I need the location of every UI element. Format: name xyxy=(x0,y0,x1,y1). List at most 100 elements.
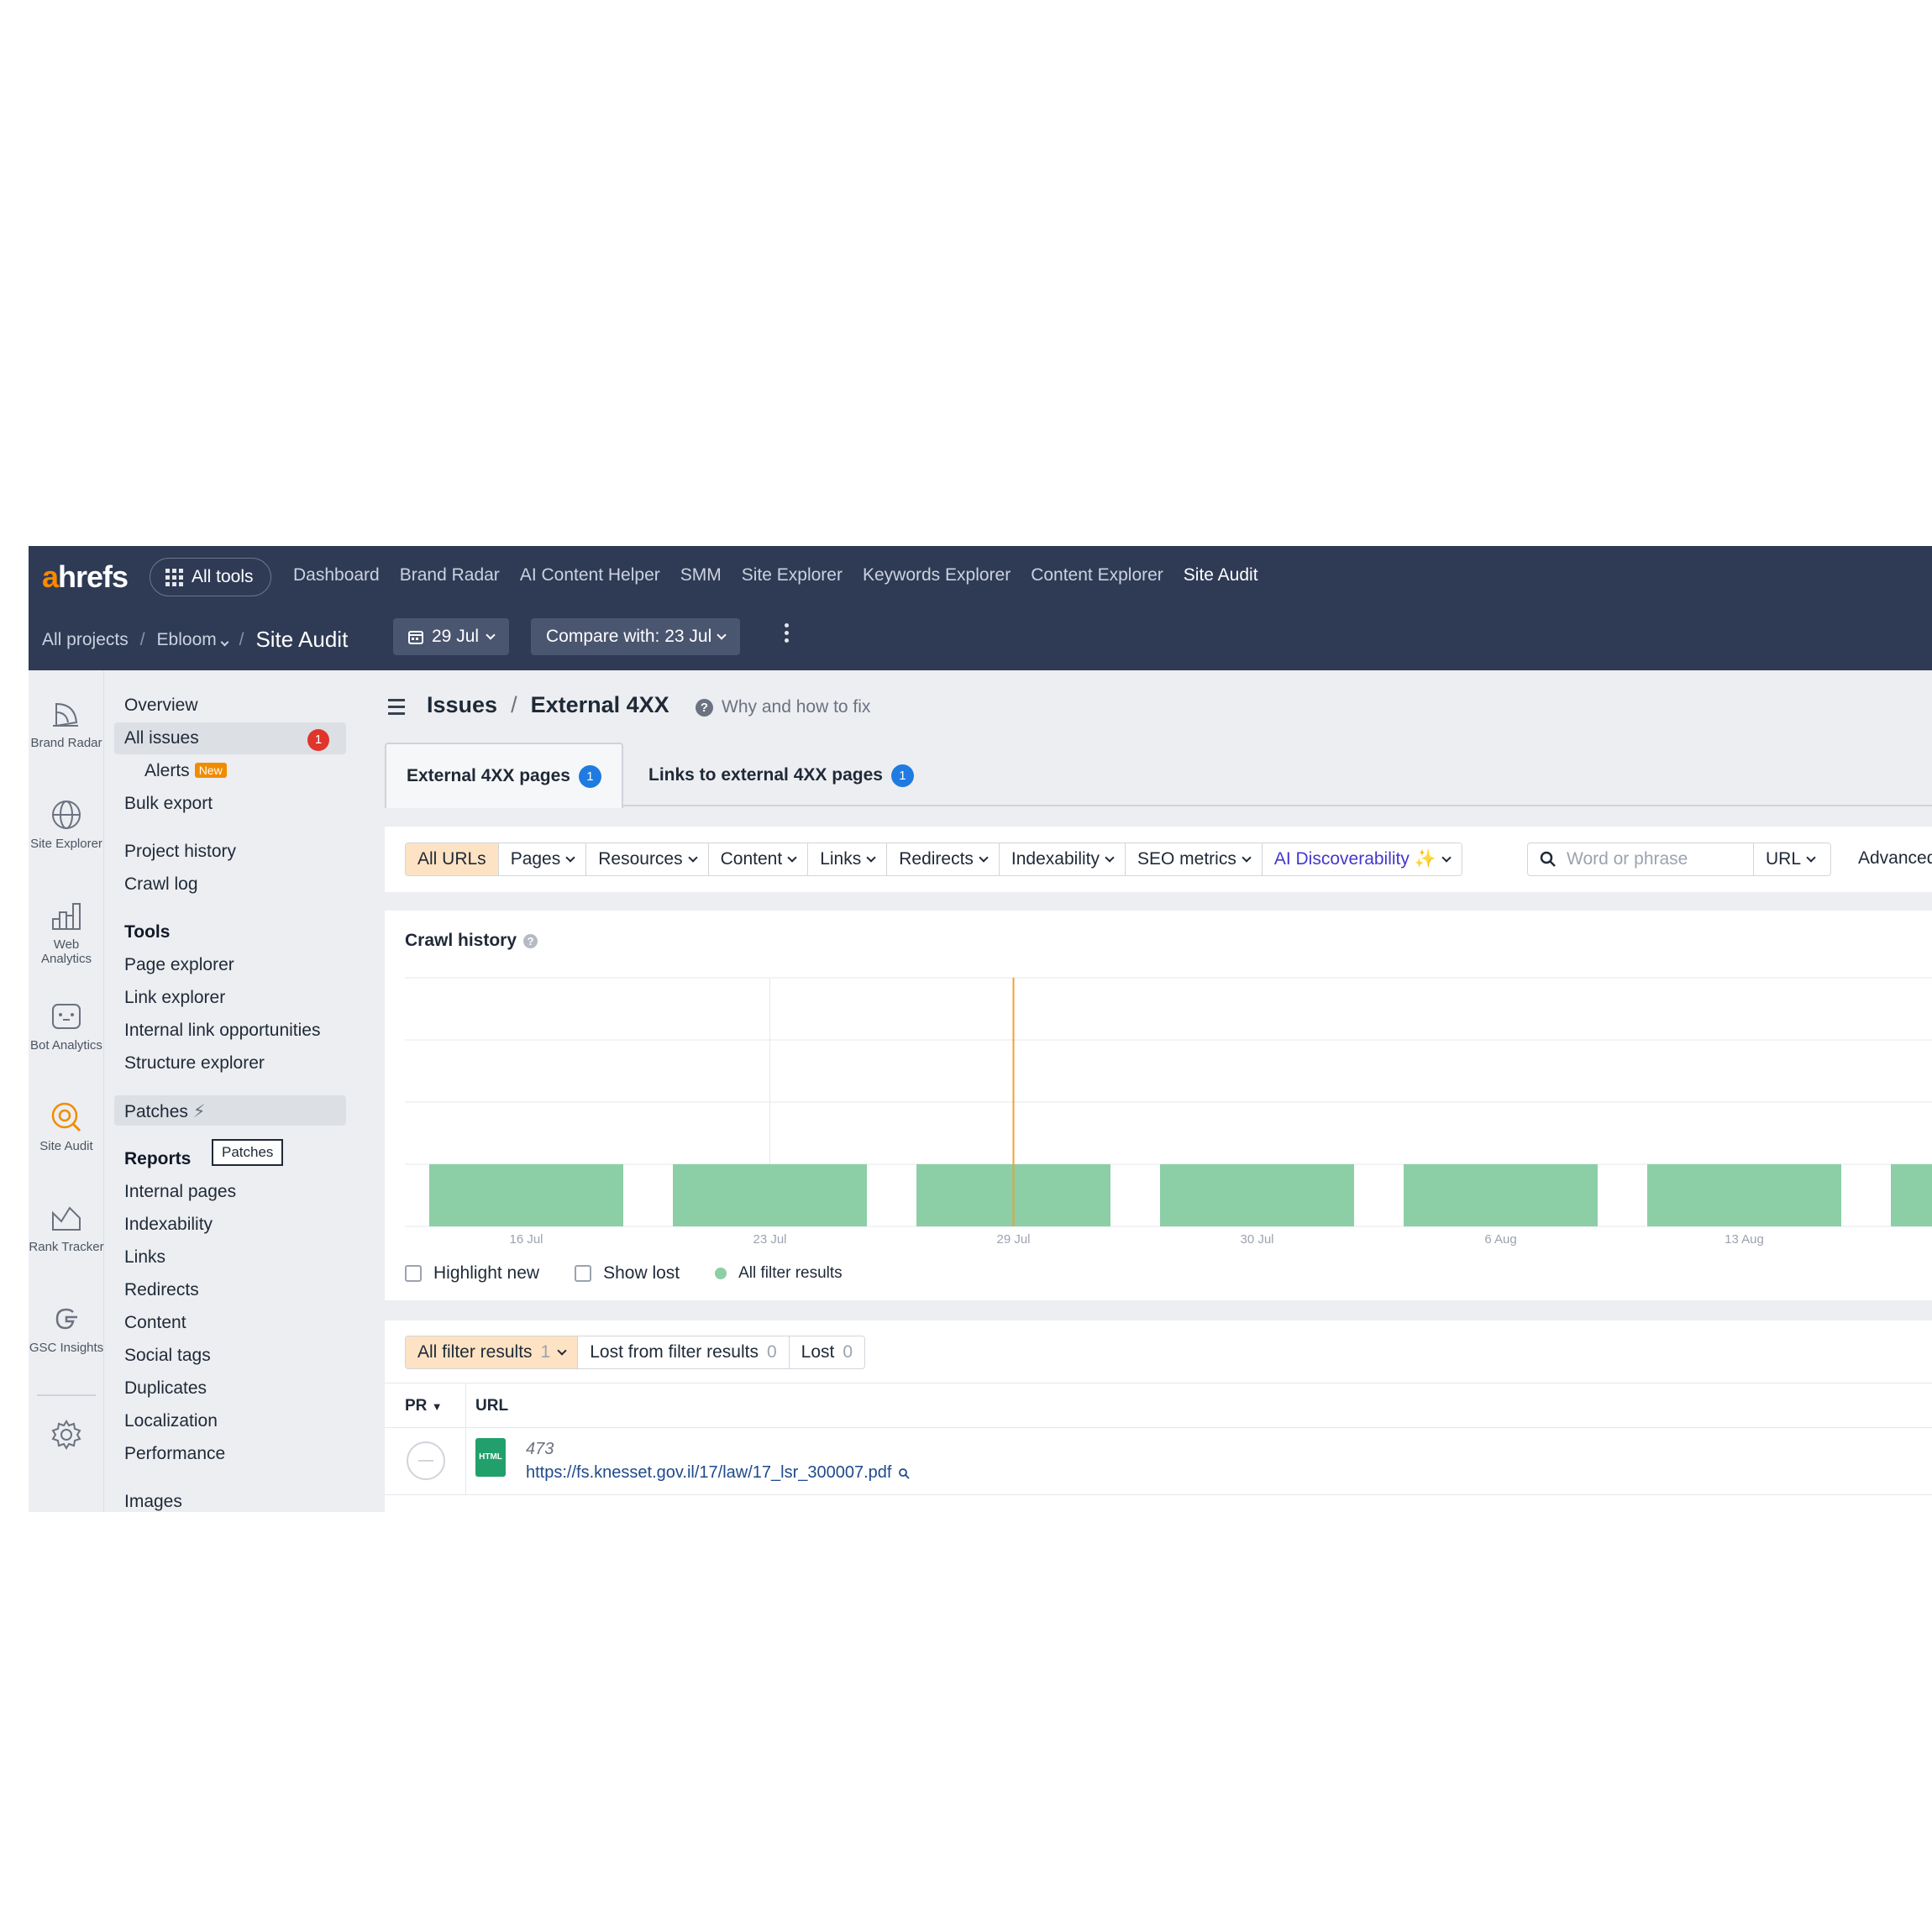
nav-smm[interactable]: SMM xyxy=(680,565,722,585)
rail-label: Web Analytics xyxy=(40,937,92,966)
row-url-link[interactable]: https://fs.knesset.gov.il/17/law/17_lsr_… xyxy=(526,1463,911,1483)
sidebar-item-duplicates[interactable]: Duplicates xyxy=(124,1378,207,1399)
filter-links[interactable]: Links xyxy=(808,843,888,875)
rail-label: Site Audit xyxy=(39,1139,93,1153)
nav-content-explorer[interactable]: Content Explorer xyxy=(1031,565,1163,585)
nav-keywords-explorer[interactable]: Keywords Explorer xyxy=(863,565,1011,585)
sidebar-item-localization[interactable]: Localization xyxy=(124,1411,218,1431)
more-options-icon[interactable] xyxy=(783,623,790,643)
nav-site-audit[interactable]: Site Audit xyxy=(1184,565,1258,585)
column-url[interactable]: URL xyxy=(475,1397,508,1415)
rail-site-audit[interactable]: Site Audit xyxy=(29,1100,104,1153)
rail-label: Rank Tracker xyxy=(29,1240,104,1254)
filter-seo-metrics[interactable]: SEO metrics xyxy=(1125,843,1263,875)
filter-label: Resources xyxy=(598,849,683,869)
column-pr[interactable]: PR ▼ xyxy=(405,1397,443,1415)
html-file-icon: HTML xyxy=(475,1438,506,1477)
sidebar-item-indexability[interactable]: Indexability xyxy=(124,1215,213,1235)
results-tab-lost-from-filter[interactable]: Lost from filter results 0 xyxy=(578,1336,790,1368)
nav-dashboard[interactable]: Dashboard xyxy=(293,565,380,585)
filter-resources[interactable]: Resources xyxy=(586,843,709,875)
reports-heading: Reports xyxy=(124,1149,192,1168)
sidebar-item-patches[interactable]: Patches ⚡ xyxy=(124,1101,205,1122)
rail-gsc-insights[interactable]: GSC Insights xyxy=(29,1302,104,1355)
search-box: URL xyxy=(1527,843,1831,876)
title-issues-link[interactable]: Issues xyxy=(427,692,497,718)
chart-tick-label: 6 Aug xyxy=(1484,1232,1516,1247)
advanced-filter-button[interactable]: Advanced filter xyxy=(1858,848,1932,869)
nav-brand-radar[interactable]: Brand Radar xyxy=(400,565,500,585)
nav-ai-content-helper[interactable]: AI Content Helper xyxy=(520,565,660,585)
filter-content[interactable]: Content xyxy=(708,843,809,875)
chevron-down-icon xyxy=(220,638,229,646)
ahrefs-logo[interactable]: ahrefs xyxy=(42,559,129,595)
table-header: PR ▼ URL xyxy=(385,1383,1932,1428)
search-mode-select[interactable]: URL xyxy=(1753,843,1830,875)
crawl-history-chart: 16 Jul 23 Jul 29 Jul 30 Jul 6 Aug 13 Aug xyxy=(405,977,1932,1247)
rail-bot-analytics[interactable]: Bot Analytics xyxy=(29,1000,104,1053)
sidebar-item-social-tags[interactable]: Social tags xyxy=(124,1346,211,1366)
filter-pages[interactable]: Pages xyxy=(498,843,587,875)
chart-bar xyxy=(429,1164,623,1226)
show-lost-checkbox[interactable] xyxy=(575,1265,592,1282)
results-tab-all[interactable]: All filter results 1 xyxy=(406,1336,579,1368)
results-tab-lost[interactable]: Lost 0 xyxy=(789,1336,865,1368)
sidebar-item-project-history[interactable]: Project history xyxy=(124,842,236,862)
menu-icon[interactable] xyxy=(388,699,405,719)
rail-brand-radar[interactable]: Brand Radar xyxy=(29,697,104,750)
chevron-down-icon xyxy=(866,853,876,863)
sort-desc-icon: ▼ xyxy=(431,1400,443,1413)
filter-redirects[interactable]: Redirects xyxy=(887,843,1000,875)
magnifier-icon[interactable] xyxy=(898,1467,911,1479)
breadcrumb-all-projects[interactable]: All projects xyxy=(42,630,129,650)
tab-links-to-external-4xx[interactable]: Links to external 4XX pages 1 xyxy=(628,743,934,808)
search-input[interactable] xyxy=(1567,849,1751,869)
sidebar-item-internal-link-opportunities[interactable]: Internal link opportunities xyxy=(124,1021,320,1041)
sidebar-item-structure-explorer[interactable]: Structure explorer xyxy=(124,1053,265,1074)
filter-group: All URLs Pages Resources Content Links R… xyxy=(405,843,1462,876)
sidebar-item-page-explorer[interactable]: Page explorer xyxy=(124,955,234,975)
title-separator: / xyxy=(511,692,517,717)
nav-site-explorer[interactable]: Site Explorer xyxy=(742,565,843,585)
date-picker-button[interactable]: 29 Jul xyxy=(393,618,510,655)
why-and-how-link[interactable]: ? Why and how to fix xyxy=(696,697,870,717)
sidebar-item-internal-pages[interactable]: Internal pages xyxy=(124,1182,236,1202)
chevron-down-icon xyxy=(557,1346,567,1356)
chevron-down-icon xyxy=(486,630,496,640)
sidebar-item-redirects[interactable]: Redirects xyxy=(124,1280,199,1300)
rail-web-analytics[interactable]: Web Analytics xyxy=(29,899,104,966)
all-tools-button[interactable]: All tools xyxy=(150,558,271,596)
filter-ai-discoverability[interactable]: AI Discoverability ✨ xyxy=(1262,843,1462,875)
sidebar-item-images[interactable]: Images xyxy=(124,1492,182,1512)
filter-label: AI Discoverability ✨ xyxy=(1273,849,1436,869)
row-number: 473 xyxy=(526,1440,554,1458)
alerts-label: Alerts xyxy=(144,761,190,780)
highlight-new-checkbox[interactable] xyxy=(405,1265,422,1282)
sidebar-item-crawl-log[interactable]: Crawl log xyxy=(124,874,198,895)
sidebar-item-alerts[interactable]: Alerts New xyxy=(144,761,227,781)
sidebar-item-content[interactable]: Content xyxy=(124,1313,186,1333)
rail-label: Brand Radar xyxy=(30,736,102,750)
sidebar-item-all-issues[interactable]: All issues xyxy=(124,728,199,748)
rail-site-explorer[interactable]: Site Explorer xyxy=(29,798,104,851)
compare-button[interactable]: Compare with: 23 Jul xyxy=(531,618,741,655)
tab-external-4xx-pages[interactable]: External 4XX pages 1 xyxy=(385,743,623,808)
sidebar-item-bulk-export[interactable]: Bulk export xyxy=(124,794,213,814)
help-icon[interactable]: ? xyxy=(523,933,538,948)
rail-rank-tracker[interactable]: Rank Tracker xyxy=(29,1201,104,1254)
sidebar-item-overview[interactable]: Overview xyxy=(124,696,198,716)
pr-empty-icon xyxy=(407,1441,445,1480)
grid-icon xyxy=(165,568,183,586)
legend-all-filter-results[interactable]: All filter results xyxy=(738,1264,843,1283)
sidebar: Overview All issues 1 Alerts New Bulk exp… xyxy=(104,670,385,1512)
filter-all-urls[interactable]: All URLs xyxy=(406,843,499,875)
sidebar-item-link-explorer[interactable]: Link explorer xyxy=(124,988,225,1008)
sidebar-item-performance[interactable]: Performance xyxy=(124,1444,225,1464)
chart-bar xyxy=(1404,1164,1598,1226)
sidebar-item-links[interactable]: Links xyxy=(124,1247,165,1268)
legend-show-lost: Show lost xyxy=(603,1263,680,1283)
rail-settings[interactable] xyxy=(29,1418,104,1457)
top-bar: ahrefs All tools Dashboard Brand Radar A… xyxy=(29,546,1932,670)
filter-indexability[interactable]: Indexability xyxy=(999,843,1126,875)
breadcrumb-project[interactable]: Ebloom xyxy=(157,630,229,650)
